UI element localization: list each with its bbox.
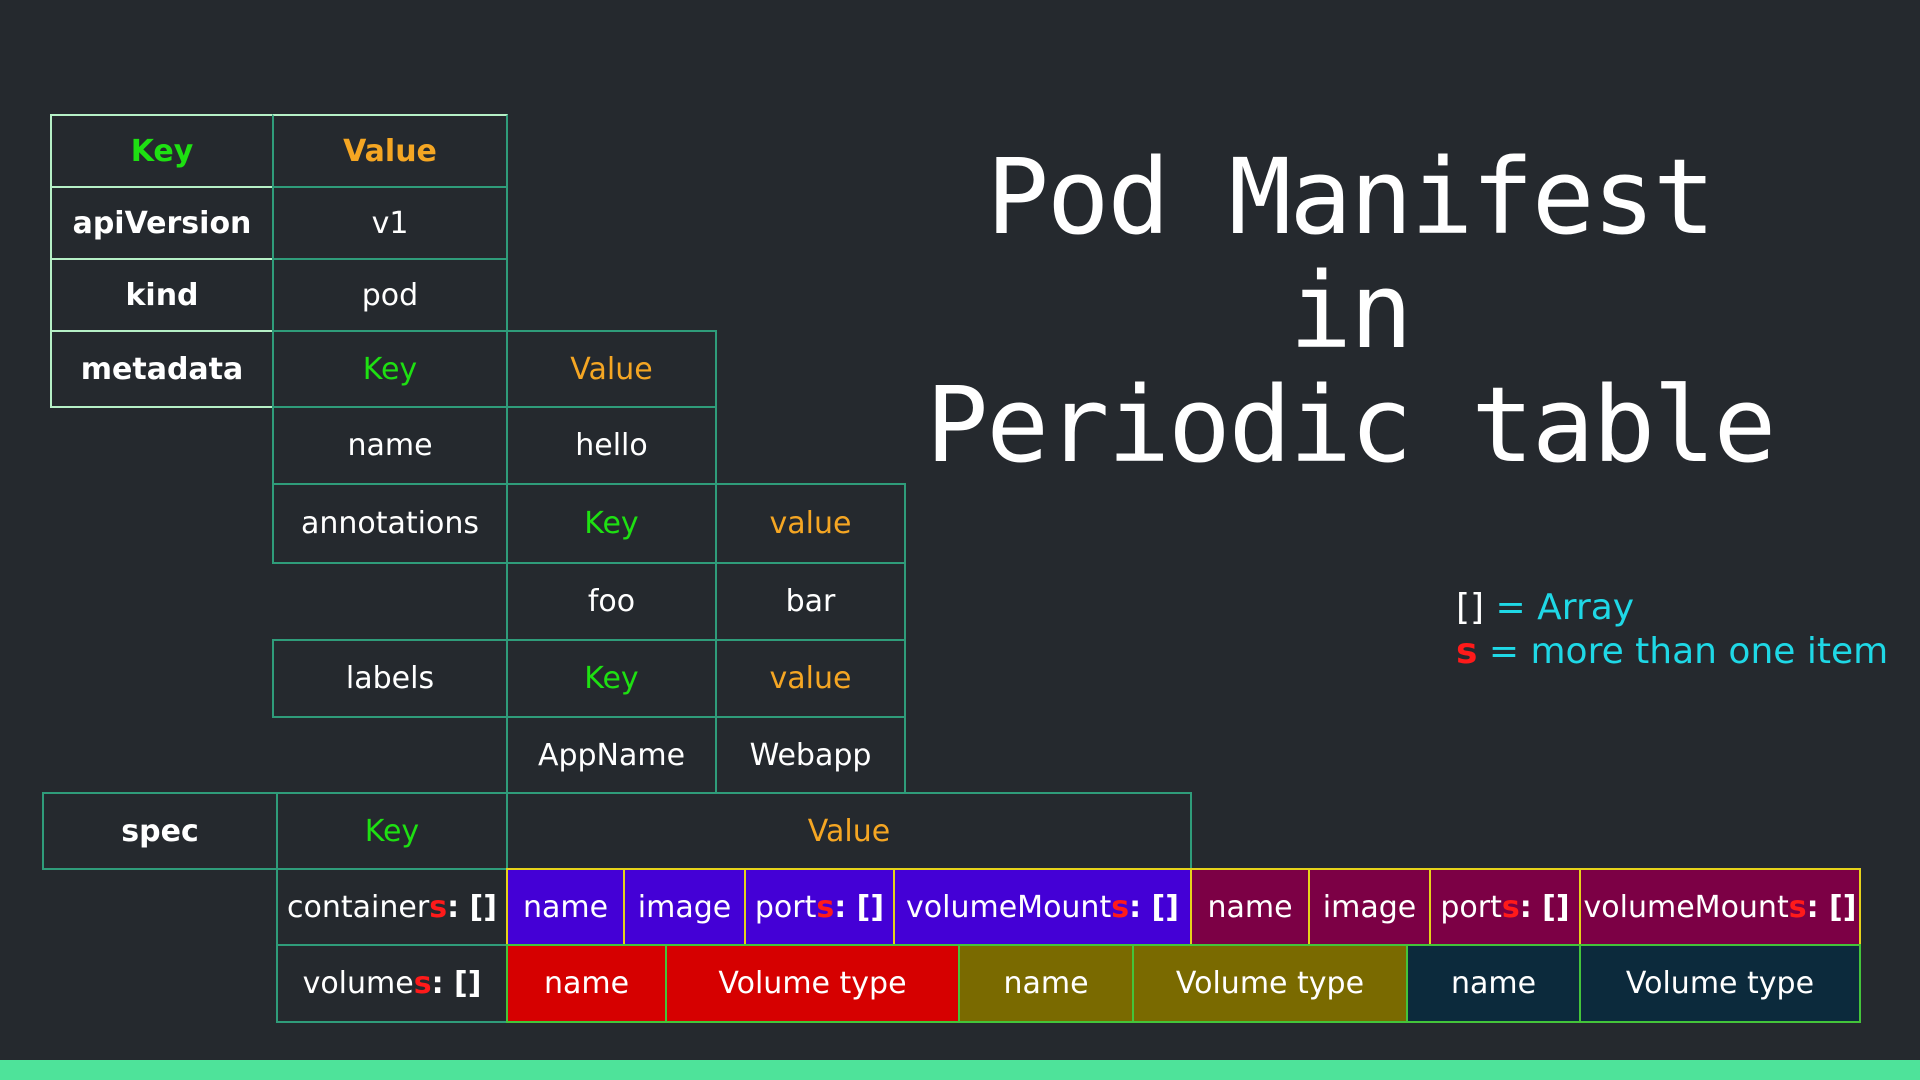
bottom-accent-bar [0,1060,1920,1080]
annotation-item-key-cell: foo [506,562,717,641]
array-marker: : [] [834,889,885,925]
plural-marker: s [816,889,835,925]
slide-title: Pod Manifest in Periodic table [900,140,1800,482]
header-value-cell: Value [272,114,508,188]
annotations-subkey-cell: Key [506,483,717,564]
plural-marker: s [1788,889,1807,925]
metadata-key-cell: metadata [50,330,274,408]
container-1-name-cell: name [506,868,625,946]
volume-1-type-cell: Volume type [665,944,960,1023]
volumes-label: volume [302,966,414,1001]
container-2-ports-cell: port s: [] [1429,868,1581,946]
legend-array-text: = Array [1484,587,1635,628]
annotations-subvalue-cell: value [715,483,906,564]
volume-2-name-cell: name [958,944,1134,1023]
label-item-value-cell: Webapp [715,716,906,794]
array-marker: : [] [1519,889,1570,925]
apiversion-value-cell: v1 [272,186,508,260]
metadata-name-value-cell: hello [506,406,717,485]
array-marker: : [] [447,889,497,925]
labels-subkey-cell: Key [506,639,717,718]
legend-plural-text: = more than one item [1477,631,1889,672]
containers-key-cell: container s: [] [276,868,508,946]
volumemounts-label: volumeMount [1583,889,1789,925]
container-1-image-cell: image [623,868,746,946]
labels-key-cell: labels [272,639,508,718]
volume-3-type-cell: Volume type [1579,944,1861,1023]
apiversion-key-cell: apiVersion [50,186,274,260]
annotations-key-cell: annotations [272,483,508,564]
volume-1-name-cell: name [506,944,667,1023]
container-2-image-cell: image [1308,868,1431,946]
volume-3-name-cell: name [1406,944,1581,1023]
labels-subvalue-cell: value [715,639,906,718]
volumemounts-label: volumeMount [906,889,1112,925]
title-line-1: Pod Manifest in [986,136,1715,372]
container-1-volumemounts-cell: volumeMount s: [] [893,868,1192,946]
label-item-key-cell: AppName [506,716,717,794]
volumes-key-cell: volume s: [] [276,944,508,1023]
kind-key-cell: kind [50,258,274,332]
plural-marker: s [1501,889,1520,925]
plural-marker: s [429,889,448,925]
legend-array: [] = Array [1456,586,1888,630]
container-1-ports-cell: port s: [] [744,868,895,946]
title-line-2: Periodic table [925,364,1777,486]
spec-subkey-cell: Key [276,792,508,870]
ports-label: port [754,889,817,925]
containers-label: container [287,889,430,925]
array-marker: : [] [1129,889,1179,925]
kind-value-cell: pod [272,258,508,332]
array-marker: : [] [431,966,482,1001]
ports-label: port [1440,889,1502,925]
metadata-name-key-cell: name [272,406,508,485]
metadata-subvalue-cell: Value [506,330,717,408]
plural-marker: s [1111,889,1130,925]
array-marker: : [] [1806,889,1857,925]
legend-plural-symbol: s [1456,631,1478,672]
annotation-item-value-cell: bar [715,562,906,641]
spec-key-cell: spec [42,792,278,870]
plural-marker: s [413,966,432,1001]
header-key-cell: Key [50,114,274,188]
legend-plural: s = more than one item [1456,630,1888,674]
metadata-subkey-cell: Key [272,330,508,408]
legend: [] = Array s = more than one item [1456,586,1888,674]
volume-2-type-cell: Volume type [1132,944,1408,1023]
container-2-name-cell: name [1190,868,1310,946]
spec-subvalue-cell: Value [506,792,1192,870]
legend-array-symbol: [] [1456,587,1485,628]
container-2-volumemounts-cell: volumeMount s: [] [1579,868,1861,946]
